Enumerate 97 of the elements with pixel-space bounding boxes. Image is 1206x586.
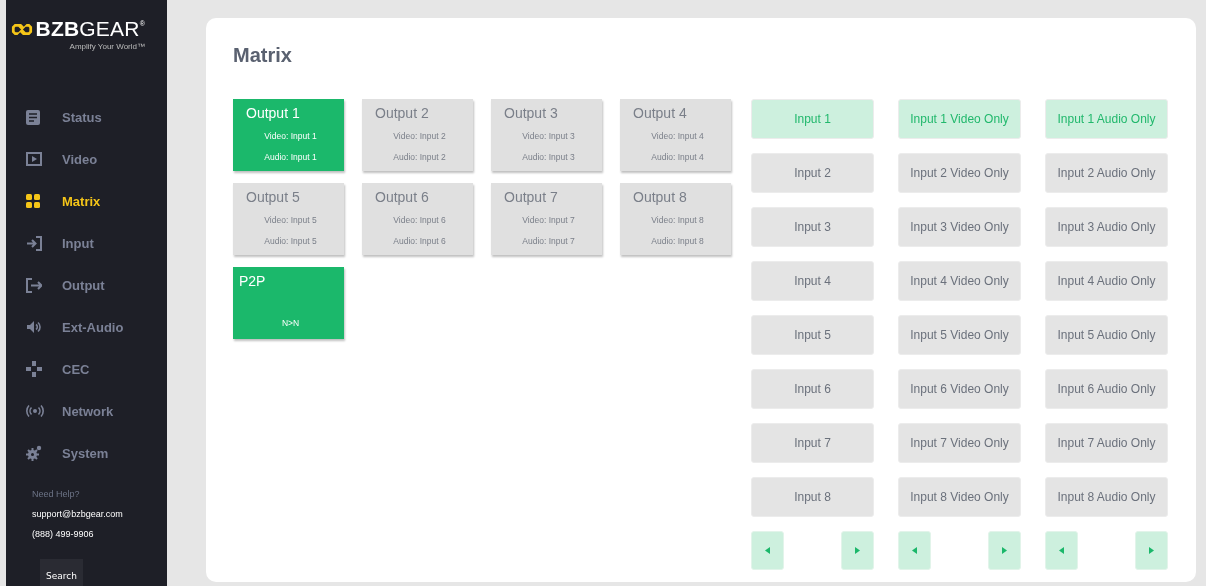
speaker-icon [26,320,42,334]
input-button[interactable]: Input 7 [751,423,874,463]
input-button[interactable]: Input 1 [751,99,874,139]
right-triangle-icon [855,547,860,554]
p2p-title: P2P [238,273,267,289]
output-title: Output 7 [503,189,559,205]
input-button[interactable]: Input 7 Audio Only [1045,423,1168,463]
input-button[interactable]: Input 3 Video Only [898,207,1021,247]
p2p-card[interactable]: P2P N>N [233,267,344,339]
nav-item[interactable]: Input [6,222,167,264]
output-card[interactable]: Output 1 Video: Input 1 Audio: Input 1 [233,99,344,171]
support-phone: (888) 499-9906 [32,528,95,541]
input-button[interactable]: Input 6 [751,369,874,409]
next-button[interactable] [841,531,874,570]
next-button[interactable] [1135,531,1168,570]
input-button[interactable]: Input 1 Audio Only [1045,99,1168,139]
audio-source: Audio: Input 3 [521,151,576,164]
output-card[interactable]: Output 3 Video: Input 3 Audio: Input 3 [491,99,602,171]
sign-in-icon [26,235,42,251]
audio-source: Audio: Input 6 [392,235,447,248]
nav-item[interactable]: CEC [6,348,167,390]
play-icon [26,152,42,166]
audio-source: Audio: Input 5 [263,235,318,248]
search-button[interactable]: Search [40,559,83,586]
output-card[interactable]: Output 8 Video: Input 8 Audio: Input 8 [620,183,731,255]
input-button[interactable]: Input 2 Video Only [898,153,1021,193]
input-button[interactable]: Input 1 Video Only [898,99,1021,139]
audio-source: Audio: Input 8 [650,235,705,248]
input-button[interactable]: Input 8 Audio Only [1045,477,1168,517]
output-title: Output 1 [245,105,301,121]
output-card[interactable]: Output 7 Video: Input 7 Audio: Input 7 [491,183,602,255]
output-title: Output 6 [374,189,430,205]
page-title: Matrix [233,44,293,68]
document-icon [26,109,40,125]
output-card[interactable]: Output 4 Video: Input 4 Audio: Input 4 [620,99,731,171]
brand-tagline: Amplify Your World™ [69,42,145,51]
input-button[interactable]: Input 6 Audio Only [1045,369,1168,409]
nav-item[interactable]: Status [6,96,167,138]
output-title: Output 5 [245,189,301,205]
output-card[interactable]: Output 6 Video: Input 6 Audio: Input 6 [362,183,473,255]
input-button[interactable]: Input 4 [751,261,874,301]
input-button[interactable]: Input 2 [751,153,874,193]
previous-button[interactable] [1045,531,1078,570]
output-title: Output 8 [632,189,688,205]
previous-button[interactable] [898,531,931,570]
input-button[interactable]: Input 5 Audio Only [1045,315,1168,355]
nav-item[interactable]: Matrix [6,180,167,222]
input-button[interactable]: Input 5 Video Only [898,315,1021,355]
nav-item[interactable]: System [6,432,167,474]
nav-item[interactable]: Video [6,138,167,180]
output-title: Output 4 [632,105,688,121]
output-card[interactable]: Output 5 Video: Input 5 Audio: Input 5 [233,183,344,255]
previous-button[interactable] [751,531,784,570]
input-button[interactable]: Input 4 Audio Only [1045,261,1168,301]
input-button[interactable]: Input 7 Video Only [898,423,1021,463]
audio-source: Audio: Input 4 [650,151,705,164]
output-title: Output 3 [503,105,559,121]
gamepad-icon [26,361,42,377]
input-button[interactable]: Input 8 [751,477,874,517]
video-source: Video: Input 7 [521,214,576,227]
audio-source: Audio: Input 1 [263,151,318,164]
p2p-mode: N>N [280,317,301,330]
input-button[interactable]: Input 6 Video Only [898,369,1021,409]
right-triangle-icon [1149,547,1154,554]
input-button[interactable]: Input 5 [751,315,874,355]
input-button[interactable]: Input 2 Audio Only [1045,153,1168,193]
left-triangle-icon [912,547,917,554]
nav-item[interactable]: Ext-Audio [6,306,167,348]
next-button[interactable] [988,531,1021,570]
audio-source: Audio: Input 7 [521,235,576,248]
video-source: Video: Input 4 [650,130,705,143]
video-source: Video: Input 5 [263,214,318,227]
input-button[interactable]: Input 8 Video Only [898,477,1021,517]
left-triangle-icon [1059,547,1064,554]
input-button[interactable]: Input 3 [751,207,874,247]
grid-icon [26,194,40,208]
brand-name: BZBGEAR$^{®}$ [35,17,145,41]
input-button[interactable]: Input 3 Audio Only [1045,207,1168,247]
video-source: Video: Input 3 [521,130,576,143]
output-card[interactable]: Output 2 Video: Input 2 Audio: Input 2 [362,99,473,171]
right-triangle-icon [1002,547,1007,554]
wireless-icon [26,405,44,417]
video-source: Video: Input 1 [263,130,318,143]
help-heading: Need Help? [32,488,81,501]
output-title: Output 2 [374,105,430,121]
audio-source: Audio: Input 2 [392,151,447,164]
input-button[interactable]: Input 4 Video Only [898,261,1021,301]
sign-out-icon [26,277,42,293]
video-source: Video: Input 6 [392,214,447,227]
video-source: Video: Input 2 [392,130,447,143]
support-email: support@bzbgear.com [32,508,124,521]
nav-item[interactable]: Output [6,264,167,306]
logo-icon [10,22,33,36]
left-triangle-icon [765,547,770,554]
video-source: Video: Input 8 [650,214,705,227]
nav-item[interactable]: Network [6,390,167,432]
gears-icon [26,445,42,461]
